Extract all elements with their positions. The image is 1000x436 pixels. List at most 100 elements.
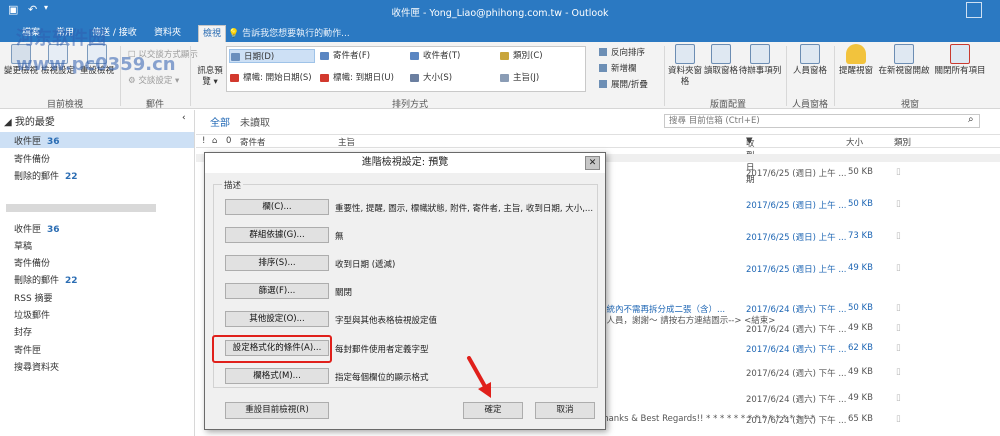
row-size: 49 KB [848,323,873,333]
cancel-button[interactable]: 取消 [535,402,595,419]
col-category[interactable]: 類別 [894,136,911,148]
row-size: 50 KB [848,167,873,177]
folder-pane-button[interactable]: 資料夾窗格 [668,44,702,88]
search-icon[interactable]: ⌕ [968,114,974,125]
people-pane-label: 人員窗格 [792,66,827,76]
attachment-icon[interactable]: 0 [226,136,231,146]
group-by-button[interactable]: 群組依據(G)... [225,227,329,243]
reminder-icon[interactable]: ⌂ [212,136,217,146]
other-settings-button[interactable]: 其他設定(O)... [225,311,329,327]
arrange-by-size[interactable]: 大小(S) [409,71,495,85]
arrange-by-to[interactable]: 收件者(T) [409,49,495,63]
col-subject[interactable]: 主旨 [338,136,355,148]
arrange-by-category[interactable]: 類別(C) [499,49,581,63]
reminders-window-label: 提醒視窗 [838,66,873,76]
col-from[interactable]: 寄件者 [240,136,266,148]
row-category-icon[interactable]: ▯ [896,167,901,177]
close-all-items-button[interactable]: 關閉所有項目 [932,44,988,77]
column-headers: ! ⌂ 0 寄件者 主旨 收到日期 ▼ 大小 類別 [196,134,1000,185]
row-received-date: 2017/6/24 (週六) 下午 ... [746,325,847,335]
tell-me-box[interactable]: 💡 告訴我您想要執行的動作... [228,26,350,39]
filter-value: 關閉 [335,288,353,298]
search-input[interactable]: 搜尋 目前信箱 (Ctrl+E) [664,114,980,128]
row-category-icon[interactable]: ▯ [896,199,901,209]
window-title: 收件匣 - Yong_Liao@phihong.com.tw - Outlook [391,8,609,19]
account-name-blurred[interactable] [6,204,156,212]
folder-inbox[interactable]: 收件匣 36 [14,222,60,235]
reset-current-view-button[interactable]: 重設目前檢視(R) [225,402,329,419]
col-received[interactable]: 收到日期 ▼ [746,136,755,185]
red-arrow-annotation [467,356,491,398]
subject-icon [500,74,509,82]
collapse-pane-icon[interactable]: ‹ [182,113,186,123]
arrange-by-date[interactable]: 日期(D) [229,49,315,63]
row-received-date: 2017/6/24 (週六) 下午 ... [746,345,847,355]
folder-outbox[interactable]: 寄件匣 [14,343,41,356]
folder-rss[interactable]: RSS 摘要 [14,291,53,304]
flag-icon [320,74,329,82]
ribbon-divider [664,46,665,106]
importance-icon[interactable]: ! [202,136,205,146]
folder-sent-items[interactable]: 寄件備份 [14,256,50,269]
filter-all[interactable]: 全部 [210,114,230,129]
folder-junk[interactable]: 垃圾郵件 [14,308,50,321]
person-icon [320,52,329,60]
folder-deleted-items[interactable]: 刪除的郵件 22 [14,273,78,286]
folder-archive[interactable]: 封存 [14,325,32,338]
title-bar: ▣ ↶ ▾ 收件匣 - Yong_Liao@phihong.com.tw - O… [0,0,1000,22]
favorite-deleted-items[interactable]: 刪除的郵件 22 [14,169,78,182]
columns-button[interactable]: 欄(C)... [225,199,329,215]
size-icon [410,74,419,82]
add-columns-button[interactable]: 新增欄 [598,62,637,74]
sort-button[interactable]: 排序(S)... [225,255,329,271]
tab-view[interactable]: 檢視 [198,25,227,42]
row-category-icon[interactable]: ▯ [896,414,901,424]
message-preview-button[interactable]: 訊息預覽 ▾ [196,66,224,88]
close-icon[interactable]: ✕ [585,156,600,170]
group-label-window: 視窗 [900,100,919,110]
reading-pane-button[interactable]: 讀取窗格 [704,44,738,77]
reverse-sort-button[interactable]: 反向排序 [598,46,645,58]
row-size: 62 KB [848,343,873,353]
row-received-date: 2017/6/25 (週日) 上午 ... [746,265,847,275]
watermark: 河东软件园 www.pc0359.cn [16,28,176,75]
favorite-inbox[interactable]: 收件匣 36 [14,134,60,147]
row-category-icon[interactable]: ▯ [896,393,901,403]
col-size[interactable]: 大小 [846,136,863,148]
row-category-icon[interactable]: ▯ [896,231,901,241]
row-category-icon[interactable]: ▯ [896,303,901,313]
format-columns-value: 指定每個欄位的顯示格式 [335,373,429,383]
row-category-icon[interactable]: ▯ [896,263,901,273]
tell-me-text: 告訴我您想要執行的動作... [242,29,350,39]
format-columns-button[interactable]: 欄格式(M)... [225,368,329,384]
filter-button[interactable]: 篩選(F)... [225,283,329,299]
open-in-new-window-label: 在新視窗開啟 [878,66,930,76]
people-pane-button[interactable]: 人員窗格 [790,44,830,77]
todo-bar-button[interactable]: 待辦事項列 [738,44,782,77]
people-icon [410,52,419,60]
row-category-icon[interactable]: ▯ [896,367,901,377]
reminders-window-button[interactable]: 提醒視窗 [836,44,876,77]
bell-icon [846,44,866,64]
arrange-by-flag-start[interactable]: 標幟: 開始日期(S) [229,71,315,85]
row-size: 49 KB [848,393,873,403]
row-received-date: 2017/6/24 (週六) 下午 ... [746,369,847,379]
other-settings-value: 字型與其他表格檢視設定值 [335,316,438,326]
filter-unread[interactable]: 未讀取 [240,114,270,129]
row-category-icon[interactable]: ▯ [896,323,901,333]
ok-button[interactable]: 確定 [463,402,523,419]
ribbon-display-options-icon[interactable] [966,2,982,18]
folder-drafts[interactable]: 草稿 [14,239,32,252]
arrange-by-subject[interactable]: 主旨(J) [499,71,581,85]
folder-search-folders[interactable]: 搜尋資料夾 [14,360,59,373]
group-label-arrangement: 排列方式 [391,100,428,110]
ribbon-divider [786,46,787,106]
row-category-icon[interactable]: ▯ [896,343,901,353]
expand-collapse-button[interactable]: 展開/折疊 [598,78,648,90]
arrange-by-flag-due[interactable]: 標幟: 到期日(U) [319,71,405,85]
arrange-by-from[interactable]: 寄件者(F) [319,49,405,63]
open-in-new-window-button[interactable]: 在新視窗開啟 [876,44,932,77]
favorite-sent-items[interactable]: 寄件備份 [14,152,50,165]
arrangement-gallery: 日期(D) 寄件者(F) 收件者(T) 類別(C) 標幟: 開始日期(S) 標幟… [226,46,586,92]
favorites-header[interactable]: ◢ 我的最愛 [4,113,55,128]
